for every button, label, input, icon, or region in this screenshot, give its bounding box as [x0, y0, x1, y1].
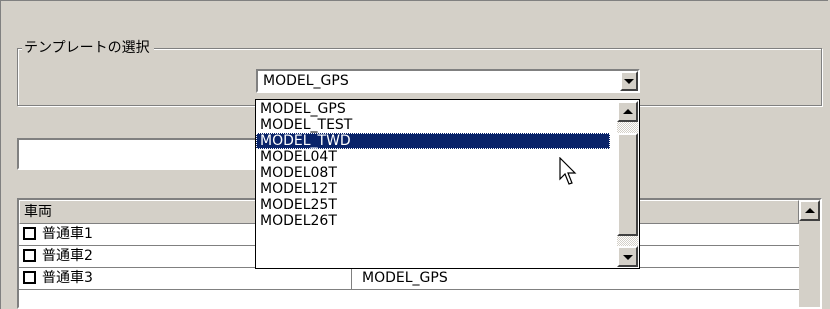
dropdown-option-selected[interactable]: MODEL_TWD: [256, 133, 610, 149]
template-combobox[interactable]: MODEL_GPS: [256, 69, 640, 93]
dropdown-option[interactable]: MODEL12T: [256, 181, 610, 197]
combobox-dropdown-button[interactable]: [620, 71, 638, 91]
chevron-down-icon: [624, 79, 634, 84]
dropdown-scroll-down-button[interactable]: [617, 246, 638, 267]
vehicle-name: 普通車3: [42, 270, 93, 286]
dropdown-option[interactable]: MODEL25T: [256, 197, 610, 213]
arrow-up-icon: [622, 108, 633, 114]
groupbox-title: テンプレートの選択: [22, 39, 154, 57]
checkbox-icon[interactable]: [23, 227, 36, 240]
dropdown-option[interactable]: MODEL_GPS: [256, 101, 610, 117]
dropdown-scroll-thumb[interactable]: [617, 133, 638, 236]
dropdown-option[interactable]: MODEL26T: [256, 213, 610, 229]
arrow-down-icon: [622, 254, 633, 260]
table-row[interactable]: 普通車3 MODEL_GPS: [19, 268, 799, 290]
vehicle-name: 普通車2: [42, 248, 93, 264]
template-dropdown-list[interactable]: MODEL_GPS MODEL_TEST MODEL_TWD MODEL04T …: [255, 99, 640, 269]
checkbox-icon[interactable]: [23, 249, 36, 262]
vehicle-cell: 普通車3: [19, 268, 352, 289]
dropdown-option[interactable]: MODEL04T: [256, 149, 610, 165]
dropdown-scroll-up-button[interactable]: [617, 101, 638, 122]
model-cell[interactable]: MODEL_GPS: [352, 268, 799, 289]
grid-scrollbar[interactable]: [799, 200, 820, 307]
dropdown-scrollbar[interactable]: [617, 101, 638, 267]
grid-scroll-up-button[interactable]: [799, 200, 820, 221]
dropdown-option[interactable]: MODEL_TEST: [256, 117, 610, 133]
combobox-value: MODEL_GPS: [263, 73, 349, 89]
arrow-up-icon: [804, 207, 815, 213]
checkbox-icon[interactable]: [23, 271, 36, 284]
mouse-pointer-icon: [559, 157, 577, 185]
vehicle-name: 普通車1: [42, 226, 93, 242]
dropdown-option[interactable]: MODEL08T: [256, 165, 610, 181]
name-input[interactable]: [17, 138, 262, 170]
